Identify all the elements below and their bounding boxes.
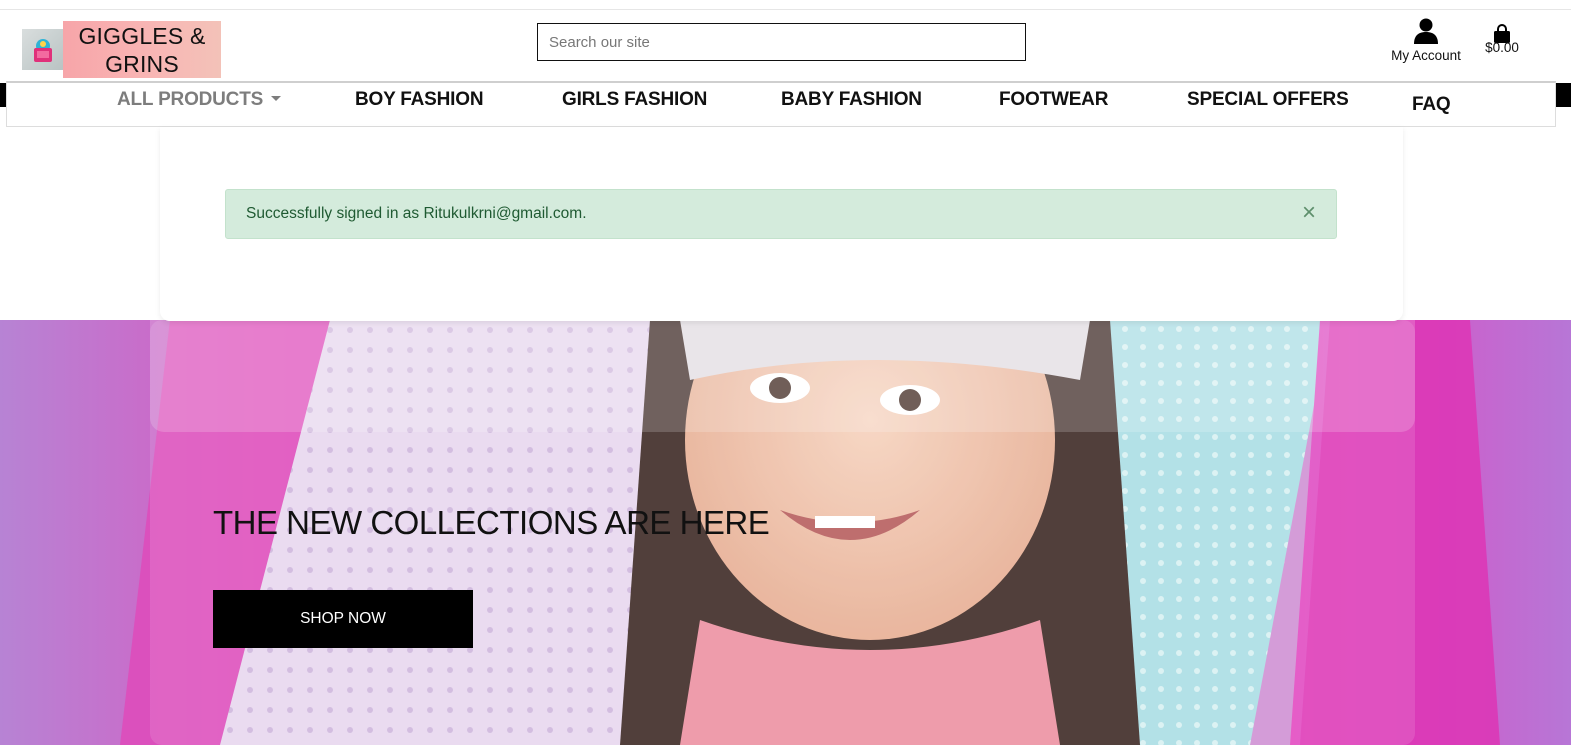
close-icon[interactable]: × xyxy=(1302,200,1316,226)
user-icon xyxy=(1414,18,1438,44)
cart-link[interactable]: $0.00 xyxy=(1482,24,1522,55)
nav-item-all-products[interactable]: ALL PRODUCTS xyxy=(117,89,282,111)
nav-item-baby-fashion[interactable]: BABY FASHION xyxy=(781,89,922,111)
logo-text: GIGGLES & GRINS xyxy=(63,21,221,78)
nav-item-boy-fashion[interactable]: BOY FASHION xyxy=(355,89,484,111)
site-header: GIGGLES & GRINS My Account $0.00 xyxy=(0,10,1571,82)
alert-message: Successfully signed in as Ritukulkrni@gm… xyxy=(246,205,587,222)
cart-total: $0.00 xyxy=(1485,40,1519,55)
nav-item-faq[interactable]: FAQ xyxy=(1412,94,1451,116)
message-container: Successfully signed in as Ritukulkrni@gm… xyxy=(160,127,1403,321)
shopping-bag-logo-icon xyxy=(22,29,63,70)
nav-item-footwear[interactable]: FOOTWEAR xyxy=(999,89,1108,111)
my-account-label: My Account xyxy=(1391,48,1461,63)
main-nav: ALL PRODUCTS BOY FASHION GIRLS FASHION B… xyxy=(6,81,1556,127)
shop-now-button[interactable]: SHOP NOW xyxy=(213,590,473,648)
nav-item-label: ALL PRODUCTS xyxy=(117,89,264,110)
hero-overlay-top xyxy=(150,320,1415,432)
logo-line-1: GIGGLES & xyxy=(78,22,206,49)
site-logo[interactable]: GIGGLES & GRINS xyxy=(22,21,221,78)
nav-item-girls-fashion[interactable]: GIRLS FASHION xyxy=(562,89,707,111)
logo-line-2: GRINS xyxy=(105,50,179,77)
nav-edge-right xyxy=(1556,83,1571,107)
hero-banner: THE NEW COLLECTIONS ARE HERE SHOP NOW xyxy=(0,320,1571,745)
hero-title: THE NEW COLLECTIONS ARE HERE xyxy=(213,504,770,541)
my-account-link[interactable]: My Account xyxy=(1384,18,1468,63)
search-input[interactable] xyxy=(537,23,1026,61)
top-border xyxy=(0,0,1571,10)
success-alert: Successfully signed in as Ritukulkrni@gm… xyxy=(225,189,1337,239)
caret-down-icon xyxy=(271,95,282,101)
page: GIGGLES & GRINS My Account $0.00 ALL P xyxy=(0,0,1571,745)
nav-item-special-offers[interactable]: SPECIAL OFFERS xyxy=(1187,89,1349,111)
